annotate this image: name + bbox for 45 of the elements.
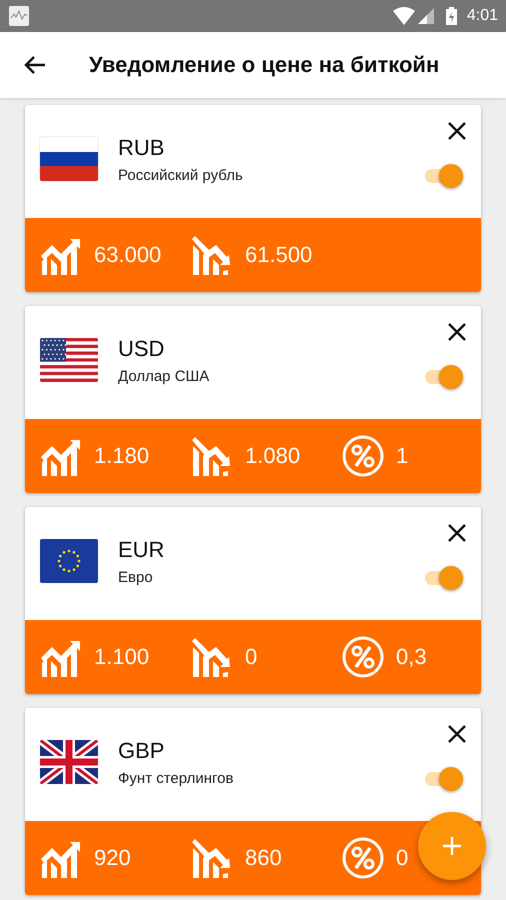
percent-icon [342, 636, 384, 678]
trend-down-icon [191, 838, 233, 878]
close-icon [447, 724, 467, 744]
signal-icon [418, 8, 434, 24]
flag-icon [40, 740, 98, 784]
trend-down-icon [191, 235, 233, 275]
currency-name: Фунт стерлингов [118, 770, 234, 787]
flag-icon [40, 338, 98, 382]
price-value: 860 [245, 845, 282, 871]
currency-name: Доллар США [118, 368, 210, 385]
price-value: 1.100 [94, 644, 150, 670]
currency-code: GBP [118, 738, 166, 764]
plus-icon [442, 836, 462, 856]
app-notification-icon [9, 6, 29, 26]
price-value: 0,3 [396, 644, 427, 670]
close-icon [447, 523, 467, 543]
flag-icon [40, 539, 98, 583]
screen-title: Уведомление о цене на биткойн [89, 52, 440, 78]
currency-code: USD [118, 336, 166, 362]
battery-charging-icon [446, 7, 457, 25]
flag-icon [40, 137, 98, 181]
price-value: 0 [396, 845, 408, 871]
clock: 4:01 [466, 7, 498, 25]
currency-code: RUB [118, 135, 166, 161]
price-value: 1 [396, 443, 408, 469]
currency-name: Российский рубль [118, 167, 243, 184]
price-value: 920 [94, 845, 131, 871]
price-value: 0 [245, 644, 258, 670]
close-button[interactable] [447, 724, 467, 744]
trend-down-icon [191, 637, 233, 677]
close-button[interactable] [447, 121, 467, 141]
wifi-icon [392, 7, 415, 25]
percent-icon [342, 435, 384, 477]
close-icon [447, 121, 467, 141]
trend-down-icon [191, 436, 233, 476]
price-value: 1.080 [245, 443, 300, 469]
price-value: 1.180 [94, 443, 150, 469]
close-button[interactable] [447, 523, 467, 543]
percent-icon [342, 837, 384, 879]
currency-code: EUR [118, 537, 164, 563]
price-value: 61.500 [245, 242, 312, 268]
close-icon [447, 322, 467, 342]
currency-name: Евро [118, 569, 154, 586]
price-value: 63.000 [94, 242, 162, 268]
close-button[interactable] [447, 322, 467, 342]
